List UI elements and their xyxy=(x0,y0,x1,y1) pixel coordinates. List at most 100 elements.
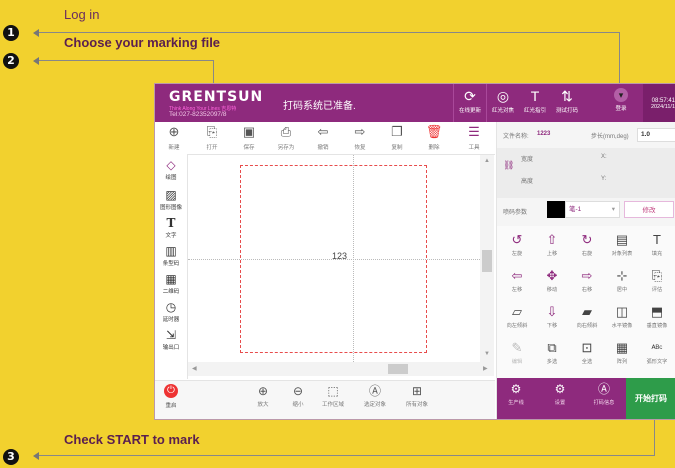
start-marking-button[interactable]: 开始打码 xyxy=(626,378,675,419)
pen-select[interactable]: 笔-1 ▾ xyxy=(565,201,620,218)
select-all-button[interactable]: ⊡ 全选 xyxy=(571,340,603,365)
scroll-down-icon[interactable]: ▼ xyxy=(484,351,490,357)
center-button[interactable]: ⊹ 居中 xyxy=(606,268,638,293)
vertical-scrollbar[interactable]: ▲ ▼ xyxy=(480,155,494,362)
object-list-button[interactable]: ▤ 对象列表 xyxy=(606,232,638,257)
zoom-out-button[interactable]: ⊖ 缩小 xyxy=(283,384,313,408)
connector-line xyxy=(39,455,655,456)
button-label: 设置 xyxy=(554,400,566,406)
horizontal-scrollbar[interactable]: ◀ ▶ xyxy=(188,362,494,376)
multi-select-button[interactable]: ⧉ 多选 xyxy=(536,340,568,365)
move-up-button[interactable]: ⇧ 上移 xyxy=(536,232,568,257)
bottom-toolbar: ⏻ 重启 ⊕ 放大 ⊖ 缩小 ⬚ 工作区域 Ⓐ 选定对象 ⊞ 所有对象 xyxy=(155,380,495,419)
qrcode-tool[interactable]: ▦ 二维码 xyxy=(155,272,187,295)
tool-label: 延时器 xyxy=(162,317,180,323)
restart-button[interactable]: ⏻ 重启 xyxy=(155,384,187,409)
step-input[interactable]: 1.0 xyxy=(637,128,675,142)
rotate-left-button[interactable]: ↺ 左旋 xyxy=(501,232,533,257)
move-left-button[interactable]: ⇦ 左移 xyxy=(501,268,533,293)
tools-button[interactable]: ☰ 工具 xyxy=(459,124,489,151)
width-label: 宽度 xyxy=(521,157,534,163)
button-label: 工作区域 xyxy=(321,402,344,408)
scroll-thumb[interactable] xyxy=(482,250,492,272)
arrow-icon xyxy=(33,57,39,65)
copy-icon: ❐ xyxy=(391,124,403,139)
move-left-icon: ⇦ xyxy=(511,268,523,283)
skew-right-button[interactable]: ▰ 向右倾斜 xyxy=(571,304,603,329)
mirror-vertical-button[interactable]: ⬒ 垂直镜像 xyxy=(641,304,673,329)
array-button[interactable]: ▦ 阵列 xyxy=(606,340,638,365)
skew-left-button[interactable]: ▱ 向左倾斜 xyxy=(501,304,533,329)
button-label: 在线更新 xyxy=(458,108,481,114)
button-label: 登录 xyxy=(615,106,627,112)
design-canvas[interactable]: 123 xyxy=(188,155,480,362)
move-icon: ✥ xyxy=(546,268,558,283)
connector-line xyxy=(39,32,619,33)
move-right-button[interactable]: ⇨ 右移 xyxy=(571,268,603,293)
move-down-button[interactable]: ⇩ 下移 xyxy=(536,304,568,329)
step-number-2: 2 xyxy=(3,53,19,69)
barcode-tool[interactable]: ▥ 条型码 xyxy=(155,244,187,267)
online-update-button[interactable]: ⟳ 在线更新 xyxy=(455,84,485,122)
print-info-button[interactable]: Ⓐ 打码信息 xyxy=(589,382,619,406)
link-icon[interactable]: ⛓ xyxy=(503,160,514,171)
button-label: 左移 xyxy=(511,287,523,293)
scroll-right-icon[interactable]: ▶ xyxy=(483,365,488,372)
timer-tool[interactable]: ◷ 延时器 xyxy=(155,300,187,323)
fill-button[interactable]: T 填充 xyxy=(641,232,673,257)
login-button[interactable]: ▾ 登录 xyxy=(606,84,636,122)
select-object-button[interactable]: Ⓐ 选定对象 xyxy=(360,384,390,408)
work-area-button[interactable]: ⬚ 工作区域 xyxy=(318,384,348,408)
rotate-left-icon: ↺ xyxy=(511,232,523,247)
draw-icon: ◇ xyxy=(166,158,176,172)
save-button[interactable]: ▣ 保存 xyxy=(234,124,264,151)
undo-button[interactable]: ⇦ 撤销 xyxy=(308,124,338,151)
red-guide-button[interactable]: T 红光指引 xyxy=(520,84,550,122)
delete-button[interactable]: 🗑 删除 xyxy=(419,124,449,151)
production-line-button[interactable]: ⚙ 生产线 xyxy=(501,382,531,406)
pen-param-label: 喷码参数 xyxy=(503,210,528,216)
button-label: 下移 xyxy=(546,323,558,329)
redo-button[interactable]: ⇨ 恢复 xyxy=(345,124,375,151)
arc-text-icon: ᴬᴮᶜ xyxy=(651,343,663,353)
settings-icon: ⚙ xyxy=(554,382,566,396)
edit-button[interactable]: ✎ 编辑 xyxy=(501,340,533,365)
button-label: 删除 xyxy=(428,145,440,151)
button-label: 向右倾斜 xyxy=(576,323,598,329)
image-tool[interactable]: ▨ 图形图像 xyxy=(155,188,187,211)
button-label: 打开 xyxy=(206,145,218,151)
new-button[interactable]: ⊕ 新建 xyxy=(159,124,189,151)
mirror-horizontal-button[interactable]: ◫ 水平镜像 xyxy=(606,304,638,329)
pen-value: 笔-1 xyxy=(569,206,582,213)
array-icon: ▦ xyxy=(615,340,629,355)
move-button[interactable]: ✥ 移动 xyxy=(536,268,568,293)
button-label: 左旋 xyxy=(511,251,523,257)
arc-text-button[interactable]: ᴬᴮᶜ 弧形文字 xyxy=(641,340,673,365)
modify-button[interactable]: 修改 xyxy=(624,201,674,218)
button-label: 垂直镜像 xyxy=(646,323,668,329)
open-button[interactable]: ⎘ 打开 xyxy=(197,124,227,151)
pen-color-swatch[interactable] xyxy=(547,201,565,218)
print-info-icon: Ⓐ xyxy=(597,382,610,396)
save-as-button[interactable]: ⎙ 另存为 xyxy=(271,124,301,151)
draw-tool[interactable]: ◇ 绘图 xyxy=(155,158,187,181)
output-tool[interactable]: ⇲ 输出口 xyxy=(155,328,187,351)
test-print-button[interactable]: ⇅ 测试打码 xyxy=(552,84,582,122)
rotate-right-button[interactable]: ↻ 右旋 xyxy=(571,232,603,257)
red-focus-button[interactable]: ◎ 红光对焦 xyxy=(488,84,518,122)
canvas-text-object[interactable]: 123 xyxy=(332,251,347,261)
zoom-in-button[interactable]: ⊕ 放大 xyxy=(248,384,278,408)
rotate-right-icon: ↻ xyxy=(581,232,593,247)
clock: 08:57:41 2024/11/1 xyxy=(643,84,675,122)
scroll-left-icon[interactable]: ◀ xyxy=(192,365,197,372)
evaluate-button[interactable]: ⎘ 评估 xyxy=(641,268,673,293)
copy-button[interactable]: ❐ 复制 xyxy=(382,124,412,151)
text-tool[interactable]: T 文字 xyxy=(155,216,187,239)
all-objects-button[interactable]: ⊞ 所有对象 xyxy=(402,384,432,408)
scroll-up-icon[interactable]: ▲ xyxy=(484,158,490,164)
scroll-thumb[interactable] xyxy=(388,364,408,374)
system-status: 打码系统已准备. xyxy=(283,101,356,112)
connector-line xyxy=(654,419,655,456)
settings-button[interactable]: ⚙ 设置 xyxy=(545,382,575,406)
power-icon: ⏻ xyxy=(164,384,178,398)
